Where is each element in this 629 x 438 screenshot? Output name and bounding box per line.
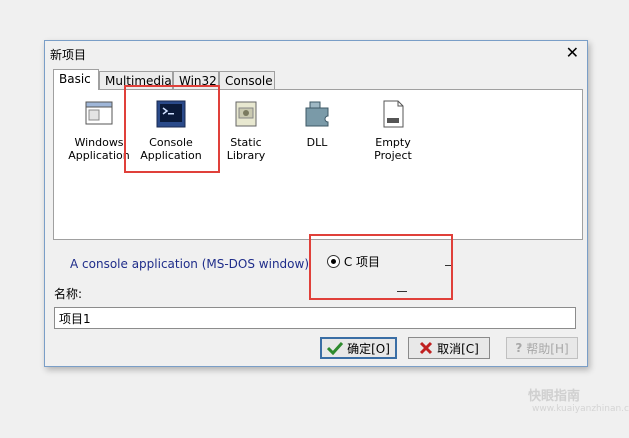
help-button-label: 帮助[H]	[526, 341, 569, 356]
cancel-button[interactable]: 取消[C]	[408, 337, 490, 359]
name-label: 名称:	[54, 287, 83, 301]
template-label: Static Library	[226, 136, 266, 162]
watermark-url: www.kuaiyanzhinan.com	[532, 404, 629, 414]
help-icon: ?	[515, 341, 523, 355]
ok-button-label: 确定[O]	[347, 341, 390, 356]
checkmark-icon	[327, 341, 344, 355]
template-dll[interactable]: DLL	[294, 98, 340, 149]
title-bar: 新项目 ✕	[45, 41, 587, 67]
window-icon	[83, 98, 115, 130]
template-empty-project[interactable]: Empty Project	[356, 98, 430, 162]
cancel-button-label: 取消[C]	[437, 341, 479, 356]
watermark: 快眼指南	[528, 389, 581, 404]
tab-console[interactable]: Console	[219, 71, 275, 89]
window-title: 新项目	[50, 48, 87, 62]
template-label: Empty Project	[374, 136, 412, 162]
c-project-highlight-box	[309, 234, 453, 300]
library-icon	[230, 98, 262, 130]
template-label: Windows Application	[68, 136, 130, 162]
ok-button[interactable]: 确定[O]	[320, 337, 397, 359]
help-button[interactable]: ? 帮助[H]	[506, 337, 578, 359]
template-static-library[interactable]: Static Library	[210, 98, 282, 162]
project-name-input[interactable]	[54, 307, 576, 329]
console-highlight-box	[124, 85, 220, 173]
dll-icon	[301, 98, 333, 130]
empty-project-icon	[377, 98, 409, 130]
cross-icon	[420, 341, 433, 355]
close-icon[interactable]: ✕	[566, 44, 579, 62]
template-description: A console application (MS-DOS window)	[70, 257, 310, 271]
tab-basic[interactable]: Basic	[53, 69, 99, 90]
template-windows-application[interactable]: Windows Application	[68, 98, 130, 162]
template-label: DLL	[306, 136, 328, 149]
